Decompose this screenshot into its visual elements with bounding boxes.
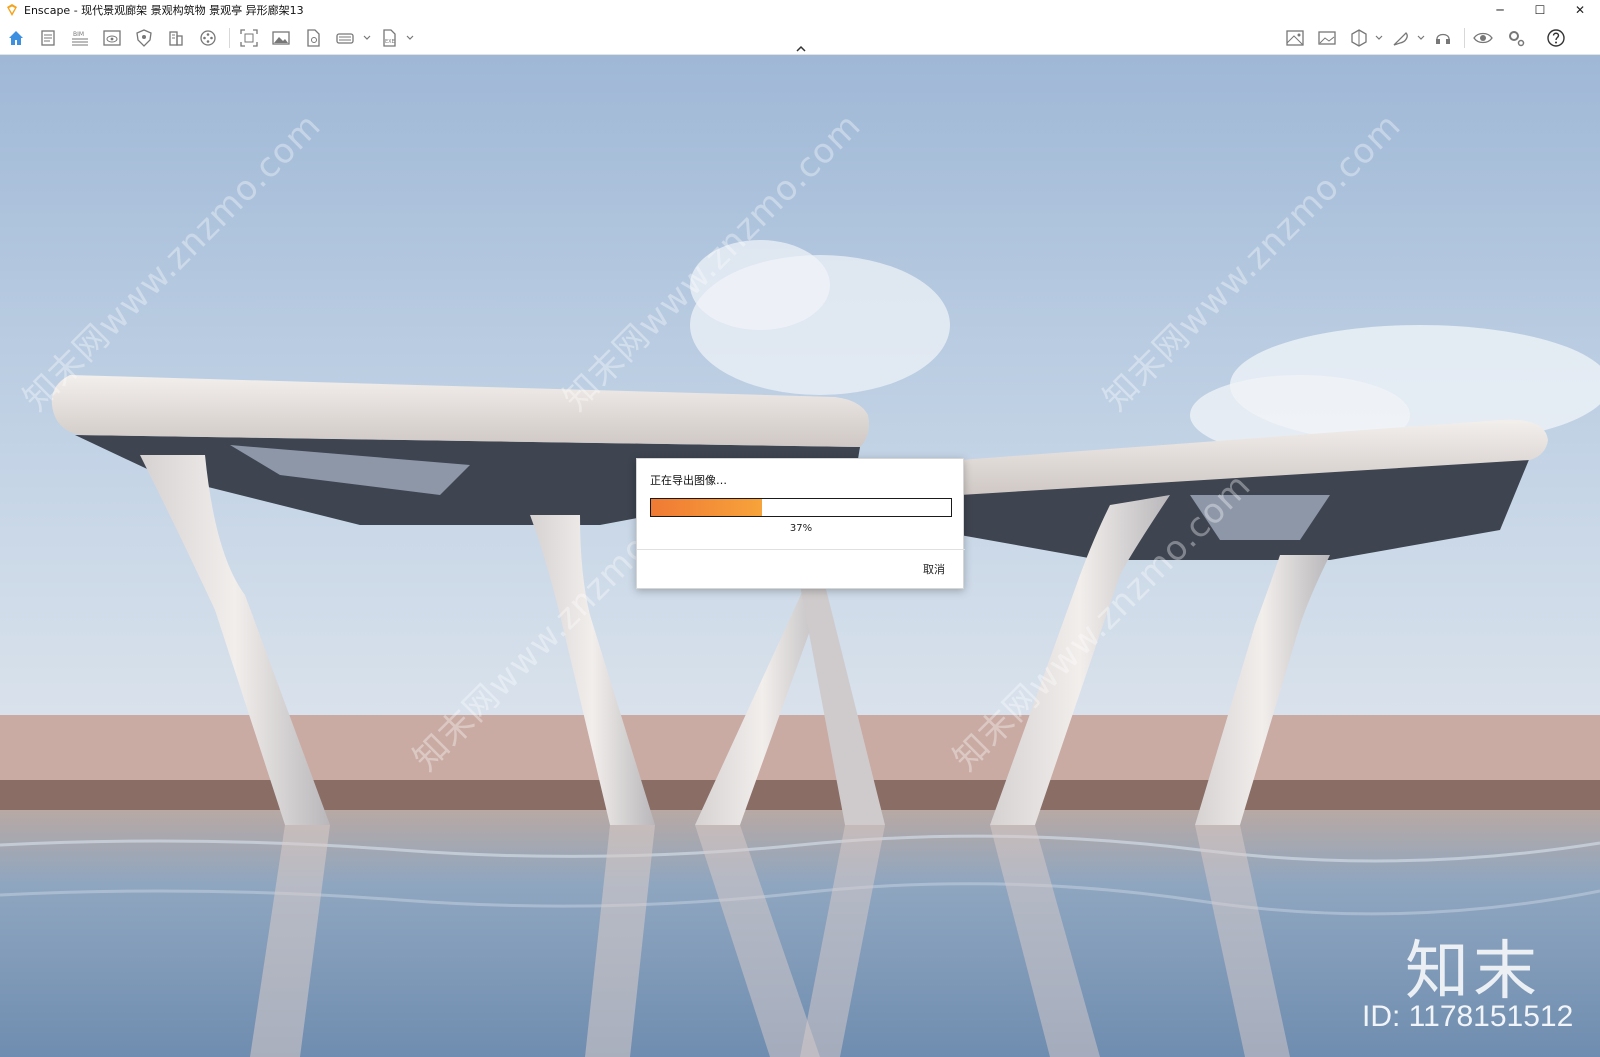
building-icon	[169, 31, 183, 46]
chevron-down-icon[interactable]	[363, 34, 371, 42]
window-title: Enscape - 现代景观廊架 景观构筑物 景观亭 异形廊架13	[24, 4, 304, 17]
help-icon	[1547, 29, 1565, 47]
headset-icon	[1436, 33, 1450, 44]
exe-export-button[interactable]: EXE	[378, 27, 400, 49]
vr-headset-icon	[336, 33, 354, 44]
settings-button[interactable]	[1505, 27, 1527, 49]
asset-library-icon	[1286, 30, 1304, 46]
bim-icon: BIM	[72, 31, 88, 46]
settings-icon	[1509, 31, 1525, 47]
help-button[interactable]	[1545, 27, 1567, 49]
file-export-button[interactable]	[302, 27, 324, 49]
shield-icon	[136, 29, 152, 47]
headset-button[interactable]	[1432, 27, 1454, 49]
exe-export-icon: EXE	[383, 29, 396, 47]
bim-label: BIM	[73, 31, 84, 38]
image-id-label: ID: 1178151512	[1362, 1000, 1574, 1033]
chevron-down-icon[interactable]	[1417, 34, 1425, 42]
collapse-toolbar-icon[interactable]	[795, 44, 807, 54]
visibility-button[interactable]	[1472, 27, 1494, 49]
progress-fill	[651, 499, 762, 516]
asset-library-button[interactable]	[1284, 27, 1306, 49]
brand-watermark: 知末	[1405, 935, 1541, 1009]
close-button[interactable]: ✕	[1560, 0, 1600, 20]
document-button[interactable]	[37, 27, 59, 49]
image-icon	[272, 31, 290, 45]
document-icon	[41, 30, 55, 46]
progress-percent: 37%	[789, 523, 813, 534]
enscape-logo-icon	[7, 4, 17, 16]
view-button[interactable]	[101, 27, 123, 49]
visibility-icon	[1473, 32, 1493, 44]
cancel-button[interactable]: 取消	[923, 561, 945, 577]
export-progress-dialog: 正在导出图像… 37% 取消	[636, 458, 965, 589]
shield-button[interactable]	[133, 27, 155, 49]
cube-view-icon	[1351, 29, 1367, 47]
vr-button[interactable]	[334, 27, 356, 49]
progress-bar	[650, 498, 952, 517]
chevron-down-icon[interactable]	[1375, 34, 1383, 42]
chevron-down-icon[interactable]	[406, 34, 414, 42]
home-icon	[9, 31, 23, 45]
screenshot-icon	[240, 29, 258, 47]
building-button[interactable]	[165, 27, 187, 49]
toolbar-separator	[1464, 28, 1465, 48]
home-button[interactable]	[5, 27, 27, 49]
feather-button[interactable]	[1390, 27, 1412, 49]
cube-view-button[interactable]	[1348, 27, 1370, 49]
dialog-divider	[637, 549, 965, 550]
minimize-button[interactable]: ─	[1480, 0, 1520, 20]
window-controls: ─ ☐ ✕	[1480, 0, 1600, 20]
dialog-title: 正在导出图像…	[650, 474, 727, 487]
title-bar: Enscape - 现代景观廊架 景观构筑物 景观亭 异形廊架13 ─ ☐ ✕	[0, 0, 1600, 20]
toolbar-separator	[229, 28, 230, 48]
maximize-button[interactable]: ☐	[1520, 0, 1560, 20]
eye-box-icon	[103, 30, 121, 46]
image-settings-button[interactable]	[1316, 27, 1338, 49]
film-reel-icon	[200, 30, 216, 46]
main-toolbar: BIM EXE	[0, 20, 1600, 55]
file-export-icon	[307, 29, 320, 47]
image-settings-icon	[1318, 31, 1336, 45]
exe-label: EXE	[385, 39, 395, 45]
film-button[interactable]	[197, 27, 219, 49]
feather-icon	[1393, 32, 1408, 46]
screenshot-button[interactable]	[238, 27, 260, 49]
image-button[interactable]	[270, 27, 292, 49]
bim-button[interactable]: BIM	[69, 27, 91, 49]
